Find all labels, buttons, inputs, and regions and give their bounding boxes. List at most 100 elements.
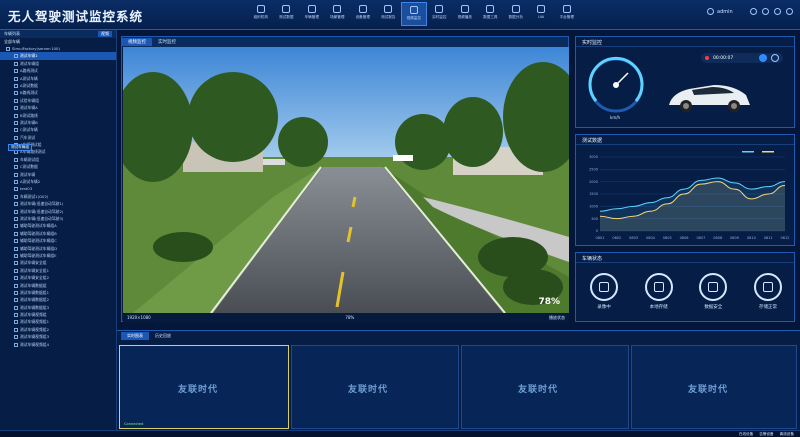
tree-row[interactable]: 测试车辆(低速自动驾驶1) (0, 200, 116, 207)
tree-row[interactable]: 测试车辆数据组3 (0, 304, 116, 311)
checkbox-icon[interactable] (14, 76, 18, 81)
tree-row[interactable]: 辅助驾驶测试车辆组A (0, 222, 116, 229)
tree-row[interactable]: 测试车辆(低速自动驾驶2) (0, 208, 116, 215)
nav-item-12[interactable]: 平台管理 (554, 2, 580, 26)
tree-row[interactable]: 测试车辆视频组 (0, 311, 116, 318)
checkbox-icon[interactable] (14, 106, 18, 111)
checkbox-icon[interactable] (14, 61, 18, 66)
tree-row[interactable]: 测试车辆数据组 (0, 282, 116, 289)
status-item-2[interactable]: 数据安全 (691, 273, 735, 310)
checkbox-icon[interactable] (14, 69, 18, 74)
tree-row[interactable]: 测试车辆视频组2 (0, 326, 116, 333)
checkbox-icon[interactable] (14, 327, 18, 332)
eye-icon[interactable] (759, 54, 767, 62)
checkbox-icon[interactable] (14, 120, 18, 125)
checkbox-icon[interactable] (14, 231, 18, 236)
checkbox-icon[interactable] (6, 47, 10, 51)
tree-row[interactable]: 辅助驾驶测试车辆组C (0, 237, 116, 244)
status-item-3[interactable]: 存储正常 (746, 273, 790, 310)
nav-item-0[interactable]: 组织机构 (248, 2, 274, 26)
tree-row[interactable]: A测试车辆2 (0, 178, 116, 185)
checkbox-icon[interactable] (14, 209, 18, 214)
checkbox-icon[interactable] (14, 320, 18, 325)
nav-item-8[interactable]: 视频播放 (452, 2, 478, 26)
settings-icon[interactable] (750, 8, 757, 15)
checkbox-icon[interactable] (14, 172, 18, 177)
checkbox-icon[interactable] (14, 150, 18, 155)
tree-row[interactable]: 测试车辆组 (0, 60, 116, 67)
nav-item-1[interactable]: 测试数据 (274, 2, 300, 26)
tree-row[interactable]: SimulFactory(server:100) (0, 45, 116, 52)
checkbox-icon[interactable] (14, 239, 18, 244)
nav-item-7[interactable]: 实时监控 (427, 2, 453, 26)
checkbox-icon[interactable] (14, 202, 18, 207)
status-online[interactable]: 在线设备 (739, 432, 753, 437)
checkbox-icon[interactable] (14, 165, 18, 170)
tree-row[interactable]: 测试车辆视频组1 (0, 318, 116, 325)
checkbox-icon[interactable] (14, 253, 18, 258)
tree-row[interactable]: B路线测试 (0, 89, 116, 96)
tab-live-monitor[interactable]: 实时监控 (152, 38, 182, 46)
checkbox-icon[interactable] (14, 157, 18, 162)
status-offline[interactable]: 离线设备 (780, 432, 794, 437)
checkbox-icon[interactable] (14, 187, 18, 192)
tree-row[interactable]: 辅助驾驶测试车辆组E (0, 252, 116, 259)
checkbox-icon[interactable] (14, 98, 18, 103)
link-icon[interactable] (771, 54, 779, 62)
checkbox-icon[interactable] (14, 268, 18, 273)
fullscreen-icon[interactable] (762, 8, 769, 15)
status-item-0[interactable]: 录像中 (582, 273, 626, 310)
tree-row[interactable]: 测试车辆数据组1 (0, 289, 116, 296)
tree-row[interactable]: C测试数据 (0, 163, 116, 170)
tree-row[interactable]: 汽车测试 (0, 134, 116, 141)
tree-row[interactable]: 测试车辆安全组 (0, 259, 116, 266)
status-item-1[interactable]: 本地存储 (637, 273, 681, 310)
tree-row[interactable]: test03 (0, 185, 116, 192)
checkbox-icon[interactable] (14, 128, 18, 133)
checkbox-icon[interactable] (14, 54, 18, 59)
checkbox-icon[interactable] (14, 194, 18, 199)
sidebar-tab-vehicles[interactable]: 车辆列表 (4, 31, 20, 37)
tree-row[interactable]: 测试车辆安全组2 (0, 274, 116, 281)
tree-row[interactable]: 测试车辆 (0, 171, 116, 178)
help-icon[interactable] (774, 8, 781, 15)
tree-row[interactable]: 测试车辆视频组3 (0, 333, 116, 340)
tree-row[interactable]: 试验车辆组 (0, 97, 116, 104)
tree-row[interactable]: 车辆测试组 (0, 156, 116, 163)
checkbox-icon[interactable] (14, 224, 18, 229)
checkbox-icon[interactable] (14, 91, 18, 96)
nav-item-6[interactable]: 视频监控 (401, 2, 427, 26)
nav-item-11[interactable]: UAI (529, 2, 555, 26)
tree-row[interactable]: 测试车辆(低速自动驾驶3) (0, 215, 116, 222)
tree-row[interactable]: A测试数据 (0, 82, 116, 89)
nav-item-5[interactable]: 测试报告 (376, 2, 402, 26)
nav-item-9[interactable]: 数据工具 (478, 2, 504, 26)
checkbox-icon[interactable] (14, 246, 18, 251)
playback-cell-3[interactable]: 友联时代 (461, 345, 629, 429)
power-icon[interactable] (786, 8, 793, 15)
playback-cell-1[interactable]: 友联时代 Connected (119, 345, 289, 429)
checkbox-icon[interactable] (14, 113, 18, 118)
tree-row[interactable]: 测试车辆B (0, 119, 116, 126)
tree-row[interactable]: 车辆测试1(G02) (0, 193, 116, 200)
user-menu[interactable]: admin (707, 8, 733, 15)
tree-row[interactable]: 测试车辆视频组4 (0, 341, 116, 348)
tree-row[interactable]: 辅助驾驶测试车辆组D (0, 245, 116, 252)
checkbox-icon[interactable] (14, 261, 18, 266)
checkbox-icon[interactable] (14, 216, 18, 221)
checkbox-icon[interactable] (14, 276, 18, 281)
nav-item-10[interactable]: 数据分析 (503, 2, 529, 26)
tree-row[interactable]: B测试路线 (0, 112, 116, 119)
nav-item-4[interactable]: 设备管理 (350, 2, 376, 26)
checkbox-icon[interactable] (14, 335, 18, 340)
checkbox-icon[interactable] (14, 342, 18, 347)
checkbox-icon[interactable] (14, 135, 18, 140)
checkbox-icon[interactable] (14, 283, 18, 288)
tab-history[interactable]: 历史回放 (149, 332, 177, 340)
checkbox-icon[interactable] (14, 180, 18, 185)
status-alarm[interactable]: 告警设备 (759, 432, 773, 437)
checkbox-icon[interactable] (14, 290, 18, 295)
checkbox-icon[interactable] (14, 83, 18, 88)
checkbox-icon[interactable] (14, 305, 18, 310)
playback-cell-2[interactable]: 友联时代 (291, 345, 459, 429)
